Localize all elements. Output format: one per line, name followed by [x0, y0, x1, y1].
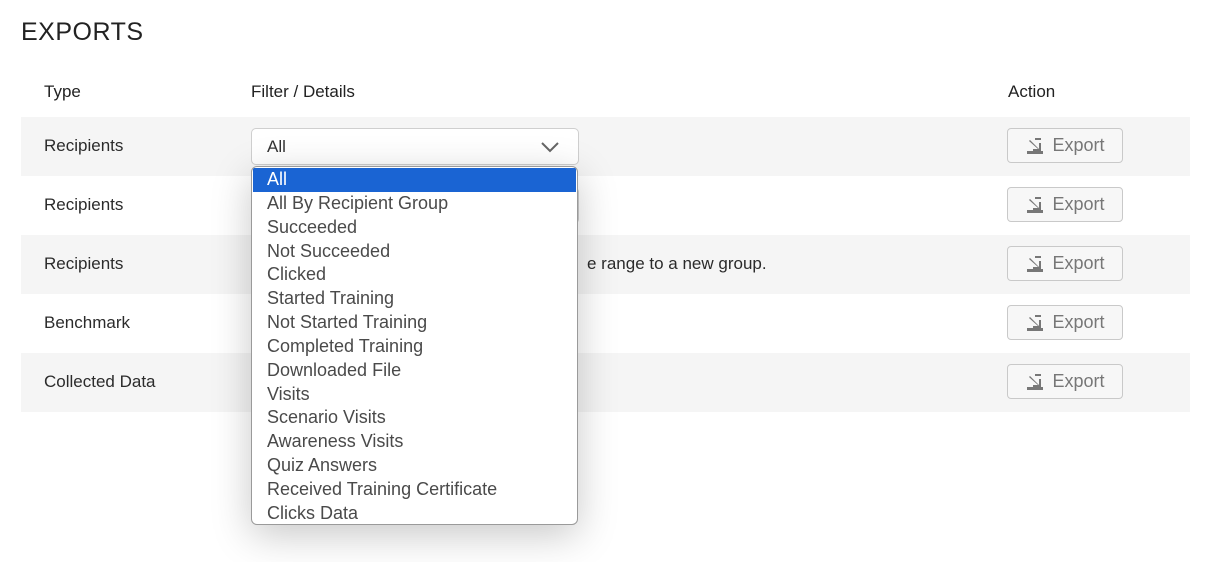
table-row: Benchmark Export	[21, 294, 1190, 353]
row-detail-text: e range to a new group.	[587, 254, 767, 273]
dropdown-option[interactable]: Downloaded File	[252, 359, 577, 383]
filter-select-value: All	[267, 137, 286, 156]
export-button-label: Export	[1052, 253, 1105, 273]
dropdown-option[interactable]: Clicked	[252, 263, 577, 287]
export-download-icon	[1027, 196, 1044, 213]
export-download-icon	[1027, 314, 1044, 331]
page-title: EXPORTS	[21, 18, 144, 46]
table-row: Recipients All Export	[21, 117, 1190, 176]
export-button-label: Export	[1052, 194, 1105, 214]
dropdown-option[interactable]: Quiz Answers	[252, 454, 577, 478]
dropdown-option[interactable]: Completed Training	[252, 335, 577, 359]
table-row: Recipients Export	[21, 176, 1190, 235]
dropdown-option[interactable]: Scenario Visits	[252, 406, 577, 430]
export-button-label: Export	[1052, 312, 1105, 332]
table-row: Recipients e range to a new group. Expor…	[21, 235, 1190, 294]
dropdown-option[interactable]: Not Succeeded	[252, 240, 577, 264]
export-button-label: Export	[1052, 135, 1105, 155]
export-button[interactable]: Export	[1007, 128, 1123, 163]
dropdown-option[interactable]: Visits	[252, 383, 577, 407]
dropdown-option[interactable]: All	[253, 168, 576, 192]
dropdown-option[interactable]: Succeeded	[252, 216, 577, 240]
header-action: Action	[1008, 82, 1056, 101]
exports-table: Type Filter / Details Action Recipients …	[21, 74, 1190, 412]
dropdown-option[interactable]: Clicks Data	[252, 502, 577, 524]
chevron-down-icon	[541, 142, 559, 153]
export-button[interactable]: Export	[1007, 305, 1123, 340]
dropdown-option[interactable]: Not Started Training	[252, 311, 577, 335]
export-button[interactable]: Export	[1007, 246, 1123, 281]
table-header: Type Filter / Details Action	[21, 74, 1190, 117]
header-filter-details: Filter / Details	[251, 82, 355, 101]
dropdown-option[interactable]: All By Recipient Group	[252, 192, 577, 216]
header-type: Type	[44, 82, 81, 101]
row-type: Recipients	[44, 136, 124, 155]
row-type: Recipients	[44, 254, 124, 273]
row-type: Benchmark	[44, 313, 130, 332]
export-button[interactable]: Export	[1007, 187, 1123, 222]
table-row: Collected Data Export	[21, 353, 1190, 412]
dropdown-option[interactable]: Started Training	[252, 287, 577, 311]
filter-select[interactable]: All	[251, 128, 579, 165]
export-download-icon	[1027, 255, 1044, 272]
export-download-icon	[1027, 373, 1044, 390]
row-type: Collected Data	[44, 372, 156, 391]
row-type: Recipients	[44, 195, 124, 214]
filter-select-dropdown[interactable]: All All By Recipient Group Succeeded Not…	[251, 166, 578, 525]
dropdown-option[interactable]: Awareness Visits	[252, 430, 577, 454]
export-button-label: Export	[1052, 371, 1105, 391]
export-button[interactable]: Export	[1007, 364, 1123, 399]
export-download-icon	[1027, 137, 1044, 154]
dropdown-option[interactable]: Received Training Certificate	[252, 478, 577, 502]
exports-page: EXPORTS Type Filter / Details Action Rec…	[0, 0, 1218, 562]
